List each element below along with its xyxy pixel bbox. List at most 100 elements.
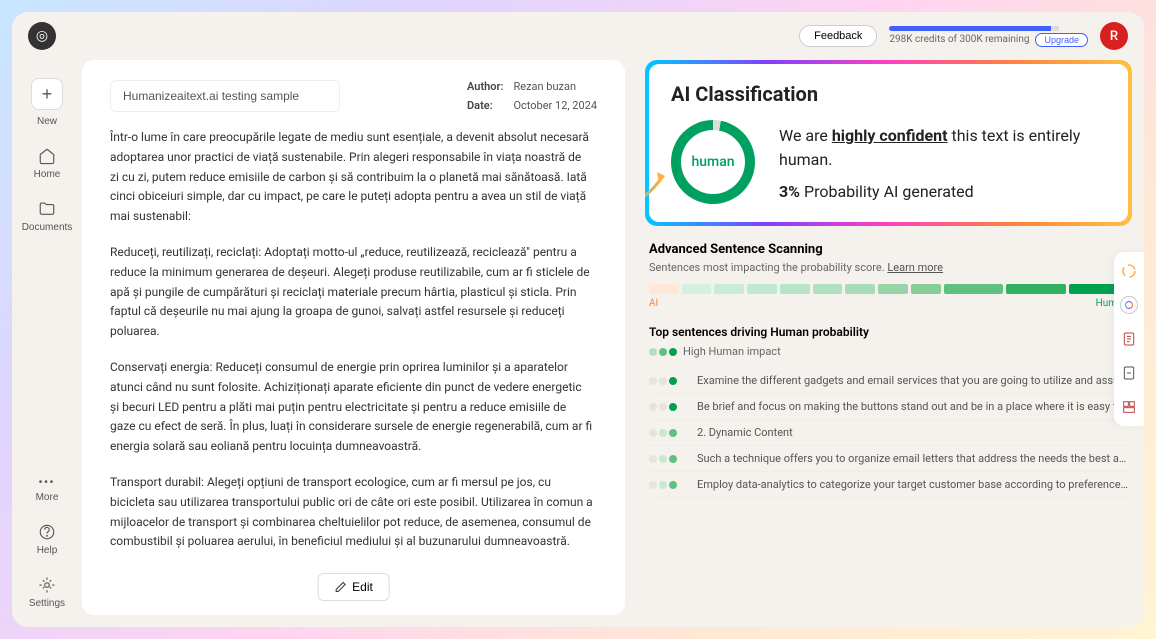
spectrum-segment xyxy=(649,284,679,294)
impact-dot-icon xyxy=(659,377,667,385)
impact-dot-icon xyxy=(669,348,677,356)
impact-dots xyxy=(649,481,683,489)
sentence-item[interactable]: Employ data-analytics to categorize your… xyxy=(649,472,1128,498)
impact-dots xyxy=(649,377,683,385)
plus-icon: + xyxy=(31,78,63,110)
user-avatar[interactable]: R xyxy=(1100,22,1128,50)
spectrum-segment xyxy=(813,284,843,294)
note-icon[interactable] xyxy=(1120,364,1138,382)
impact-dot-icon xyxy=(659,348,667,356)
help-icon xyxy=(38,523,56,541)
document-title-input[interactable] xyxy=(110,80,340,112)
impact-dot-icon xyxy=(649,377,657,385)
advanced-subtitle: Sentences most impacting the probability… xyxy=(649,261,1128,274)
impact-dots xyxy=(649,429,683,437)
date-label: Date: xyxy=(467,99,503,112)
learn-more-link[interactable]: Learn more xyxy=(887,261,943,274)
impact-dot-icon xyxy=(659,429,667,437)
classification-panel: AI Classification human We are highly co… xyxy=(645,60,1132,615)
feedback-button[interactable]: Feedback xyxy=(799,25,877,47)
upgrade-button[interactable]: Upgrade xyxy=(1035,33,1088,47)
app-logo-icon[interactable]: ◎ xyxy=(28,22,56,50)
spectrum-segment xyxy=(944,284,1003,294)
doc-para: Conservați energia: Reduceți consumul de… xyxy=(110,358,593,457)
top-sentences-title: Top sentences driving Human probability xyxy=(649,325,1128,339)
credits-area: 298K credits of 300K remaining Upgrade xyxy=(889,26,1088,47)
impact-dot-icon xyxy=(669,429,677,437)
document-icon[interactable] xyxy=(1120,330,1138,348)
spectrum-segment xyxy=(878,284,908,294)
edit-button[interactable]: Edit xyxy=(317,573,390,601)
tools-dock xyxy=(1114,252,1144,426)
impact-dot-icon xyxy=(659,481,667,489)
impact-dots xyxy=(649,455,683,463)
impact-dot-icon xyxy=(669,455,677,463)
spectrum-segment xyxy=(1006,284,1065,294)
scan-icon[interactable] xyxy=(1120,296,1138,314)
document-meta: Author: Rezan buzan Date: October 12, 20… xyxy=(467,80,597,112)
advanced-section: Advanced Sentence Scanning Sentences mos… xyxy=(645,242,1132,498)
new-button[interactable]: + New xyxy=(12,70,82,135)
author-value: Rezan buzan xyxy=(513,80,597,93)
impact-dot-icon xyxy=(669,481,677,489)
date-value: October 12, 2024 xyxy=(513,99,597,112)
sidebar: + New Home Documents ••• More Help xyxy=(12,60,82,627)
doc-para: Într-o lume în care preocupările legate … xyxy=(110,128,593,227)
app-frame: ◎ Feedback 298K credits of 300K remainin… xyxy=(12,12,1144,627)
impact-legend: High Human impact xyxy=(649,345,1128,358)
credits-text: 298K credits of 300K remaining xyxy=(889,34,1029,45)
author-label: Author: xyxy=(467,80,503,93)
credits-progress-bar xyxy=(889,26,1059,31)
pencil-icon xyxy=(334,581,346,593)
impact-dot-icon xyxy=(669,377,677,385)
ai-label: AI xyxy=(649,298,658,309)
sentence-item[interactable]: Be brief and focus on making the buttons… xyxy=(649,394,1128,420)
impact-dot-icon xyxy=(649,348,657,356)
sentence-text: Employ data-analytics to categorize your… xyxy=(697,478,1128,491)
impact-dots xyxy=(649,403,683,411)
spectrum-segment xyxy=(747,284,777,294)
home-button[interactable]: Home xyxy=(12,139,82,188)
sentence-item[interactable]: Such a technique offers you to organize … xyxy=(649,446,1128,472)
sentence-text: Be brief and focus on making the buttons… xyxy=(697,400,1128,413)
sentence-item[interactable]: Examine the different gadgets and email … xyxy=(649,368,1128,394)
spectrum-segment xyxy=(911,284,941,294)
loader-icon[interactable] xyxy=(1120,262,1138,280)
doc-para: Transport durabil: Alegeți opțiuni de tr… xyxy=(110,473,593,552)
impact-dot-icon xyxy=(669,403,677,411)
grid-icon[interactable] xyxy=(1120,398,1138,416)
gear-icon xyxy=(38,576,56,594)
dots-icon: ••• xyxy=(39,477,56,488)
document-body[interactable]: Într-o lume în care preocupările legate … xyxy=(110,128,597,595)
sentence-text: Such a technique offers you to organize … xyxy=(697,452,1128,465)
classification-title: AI Classification xyxy=(671,82,1106,106)
doc-para: Reduceți, reutilizați, reciclați: Adopta… xyxy=(110,243,593,342)
impact-dot-icon xyxy=(649,481,657,489)
impact-dot-icon xyxy=(649,403,657,411)
impact-dot-icon xyxy=(649,429,657,437)
spectrum-segment xyxy=(845,284,875,294)
sentence-text: Examine the different gadgets and email … xyxy=(697,374,1128,387)
sentence-spectrum xyxy=(649,284,1128,294)
more-button[interactable]: ••• More xyxy=(12,469,82,511)
document-panel: Author: Rezan buzan Date: October 12, 20… xyxy=(82,60,625,615)
probability-gauge: human xyxy=(671,120,755,204)
sentence-item[interactable]: 2. Dynamic Content xyxy=(649,420,1128,446)
classification-card: AI Classification human We are highly co… xyxy=(645,60,1132,226)
advanced-title: Advanced Sentence Scanning xyxy=(649,242,1128,257)
folder-icon xyxy=(38,200,56,218)
help-button[interactable]: Help xyxy=(12,515,82,564)
impact-dot-icon xyxy=(659,455,667,463)
sentence-list[interactable]: Examine the different gadgets and email … xyxy=(649,368,1128,498)
impact-dot-icon xyxy=(659,403,667,411)
gauge-label: human xyxy=(691,154,734,170)
documents-button[interactable]: Documents xyxy=(12,192,82,241)
settings-button[interactable]: Settings xyxy=(12,568,82,617)
sentence-text: 2. Dynamic Content xyxy=(697,426,1128,439)
probability-text: 3% Probability AI generated xyxy=(779,182,1106,201)
spectrum-segment xyxy=(780,284,810,294)
spectrum-segment xyxy=(714,284,744,294)
home-icon xyxy=(38,147,56,165)
spectrum-segment xyxy=(682,284,712,294)
confidence-text: We are highly confident this text is ent… xyxy=(779,124,1106,172)
